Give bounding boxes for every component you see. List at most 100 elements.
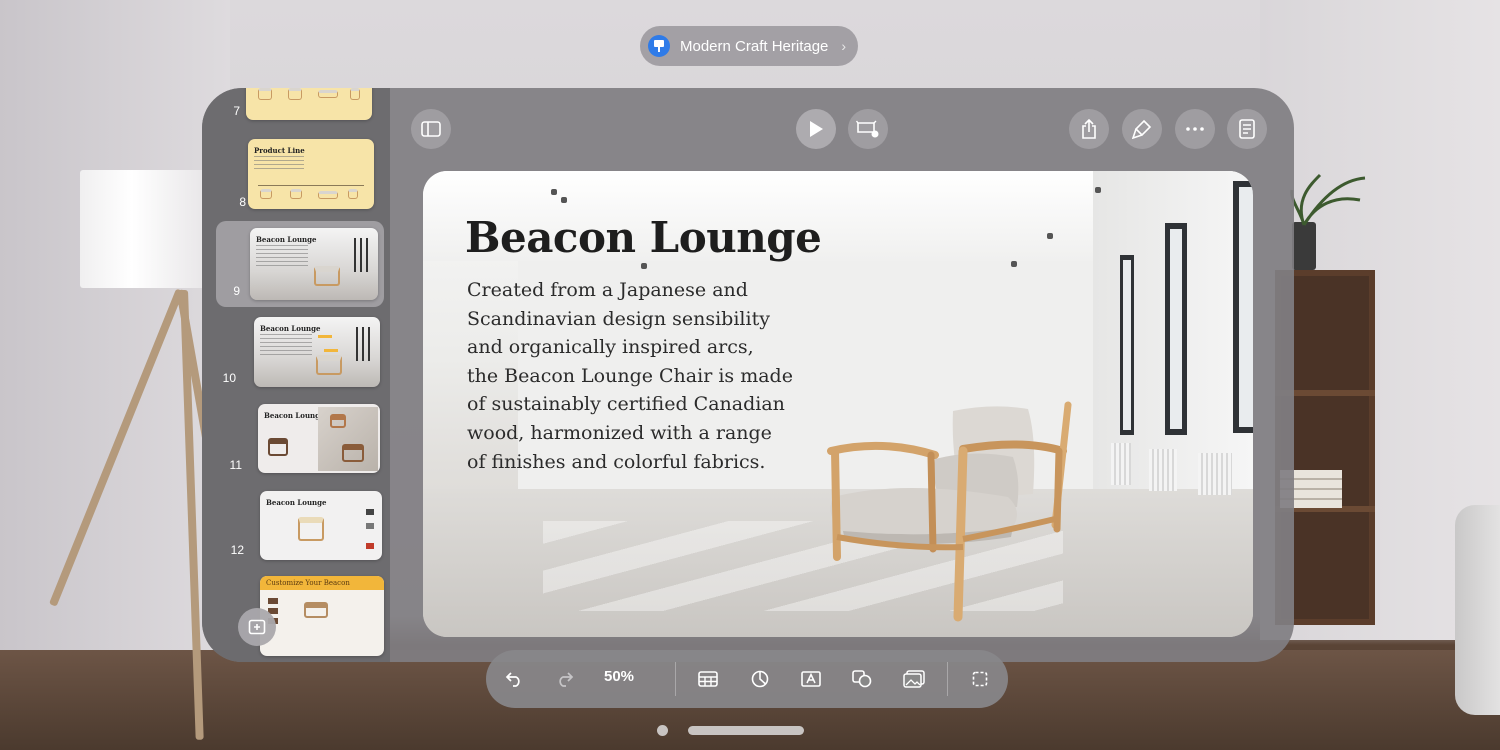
format-brush-icon (1132, 119, 1152, 139)
toolbar-divider (675, 662, 676, 696)
window-title: Modern Craft Heritage (680, 37, 829, 55)
media-icon (903, 670, 925, 688)
slide-window-glass (1170, 229, 1182, 429)
insert-shape-button[interactable] (846, 663, 878, 695)
select-icon (972, 671, 988, 687)
lounge-chair-image[interactable] (823, 399, 1073, 624)
redo-icon (559, 672, 574, 687)
thumb-chair-icon (304, 602, 328, 618)
body-line: wood, harmonized with a range (467, 421, 772, 444)
thumb-chair-icon (260, 189, 272, 199)
presenter-notes-button[interactable] (1227, 109, 1267, 149)
track-light (1011, 261, 1017, 267)
track-light (551, 189, 557, 195)
chart-icon (751, 670, 769, 688)
slide-radiator (1111, 443, 1131, 485)
undo-button[interactable] (498, 663, 530, 695)
track-light (561, 197, 567, 203)
keynote-app-icon (648, 35, 670, 57)
insert-text-button[interactable] (795, 663, 827, 695)
share-icon (1082, 119, 1096, 139)
slide-radiator (1149, 449, 1177, 491)
more-button[interactable] (1175, 109, 1215, 149)
thumb-chair-icon (350, 88, 360, 100)
armchair-edge (1455, 505, 1500, 715)
bottom-toolbar: 50% (486, 650, 1008, 708)
track-light (641, 263, 647, 269)
thumb-chair-icon (258, 88, 272, 100)
thumb-title: Beacon Lounge (264, 411, 325, 420)
slide-title[interactable]: Beacon Lounge (465, 213, 822, 262)
thumb-chair-icon (290, 189, 302, 199)
slide-window-glass (1239, 187, 1253, 427)
insert-media-button[interactable] (898, 663, 930, 695)
track-light (1095, 187, 1101, 193)
add-slide-button[interactable] (238, 608, 276, 646)
play-button[interactable] (796, 109, 836, 149)
body-line: Scandinavian design sensibility (467, 307, 770, 330)
floor-lamp-shade (80, 170, 210, 288)
thumb-title: Customize Your Beacon (266, 579, 350, 587)
more-icon (1186, 127, 1204, 131)
slide-number: 7 (233, 104, 240, 118)
slide-thumbnail-10[interactable]: Beacon Lounge (254, 317, 380, 387)
thumb-title: Product Line (254, 146, 305, 155)
text-box-icon (801, 671, 821, 687)
slide-number: 12 (230, 543, 244, 557)
presenter-notes-icon (1239, 119, 1255, 139)
slide-number: 11 (229, 458, 242, 472)
thumb-chair-icon (316, 355, 342, 375)
thumb-chair-icon (314, 266, 340, 286)
thumb-title: Beacon Lounge (266, 498, 327, 507)
body-line: the Beacon Lounge Chair is made (467, 364, 793, 387)
slide-thumbnail-12[interactable]: Beacon Lounge (260, 491, 382, 560)
window-close-dot[interactable] (657, 725, 668, 736)
insert-table-button[interactable] (692, 663, 724, 695)
thumb-chair-icon (268, 438, 288, 456)
slide-number: 9 (233, 284, 240, 298)
zoom-level[interactable]: 50% (604, 668, 634, 685)
body-line: of finishes and colorful fabrics. (467, 450, 766, 473)
thumb-chair-icon (318, 90, 338, 98)
slide-thumbnail-13[interactable]: Customize Your Beacon (260, 576, 384, 656)
thumb-chair-icon (288, 88, 302, 100)
thumb-chair-icon (330, 414, 346, 428)
share-button[interactable] (1069, 109, 1109, 149)
redo-button[interactable] (549, 663, 581, 695)
format-button[interactable] (1122, 109, 1162, 149)
thumb-text-lines (254, 156, 304, 170)
window-move-handle[interactable] (688, 726, 804, 735)
slide-thumbnail-7[interactable] (246, 88, 372, 120)
present-remote-button[interactable] (848, 109, 888, 149)
slide-navigator: 7 8 Product Line 9 Beacon Lounge 10 Beac… (202, 88, 390, 662)
play-icon (810, 121, 823, 137)
slide-number: 10 (222, 371, 236, 385)
body-line: of sustainably certified Canadian (467, 393, 785, 416)
thumb-text-lines (260, 334, 312, 356)
thumb-title: Beacon Lounge (256, 235, 317, 244)
body-line: and organically inspired arcs, (467, 336, 754, 359)
slide-radiator (1198, 453, 1232, 495)
slide-thumbnail-9[interactable]: Beacon Lounge (250, 228, 378, 300)
thumb-text-lines (256, 245, 308, 267)
plant (1290, 173, 1366, 226)
present-remote-icon (856, 120, 879, 138)
insert-chart-button[interactable] (744, 663, 776, 695)
slide-thumbnail-8[interactable]: Product Line (248, 139, 374, 209)
sidebar-toggle-button[interactable] (411, 109, 451, 149)
slide-window-glass (1123, 260, 1131, 430)
toolbar-divider (947, 662, 948, 696)
select-button[interactable] (964, 663, 996, 695)
chevron-right-icon: › (841, 38, 846, 54)
thumb-chair-icon (318, 191, 338, 199)
thumb-chair-icon (342, 444, 364, 462)
shape-icon (852, 670, 872, 688)
window-title-pill[interactable]: Modern Craft Heritage › (640, 26, 858, 66)
sidebar-toggle-icon (421, 121, 441, 137)
thumb-chair-icon (348, 189, 358, 199)
slide-canvas[interactable]: Beacon Lounge Created from a Japanese an… (423, 171, 1253, 637)
slide-thumbnail-11[interactable]: Beacon Lounge (258, 404, 380, 473)
slide-body-text[interactable]: Created from a Japanese and Scandinavian… (467, 276, 827, 476)
keynote-window: 7 8 Product Line 9 Beacon Lounge 10 Beac… (202, 88, 1294, 662)
table-icon (698, 671, 718, 687)
